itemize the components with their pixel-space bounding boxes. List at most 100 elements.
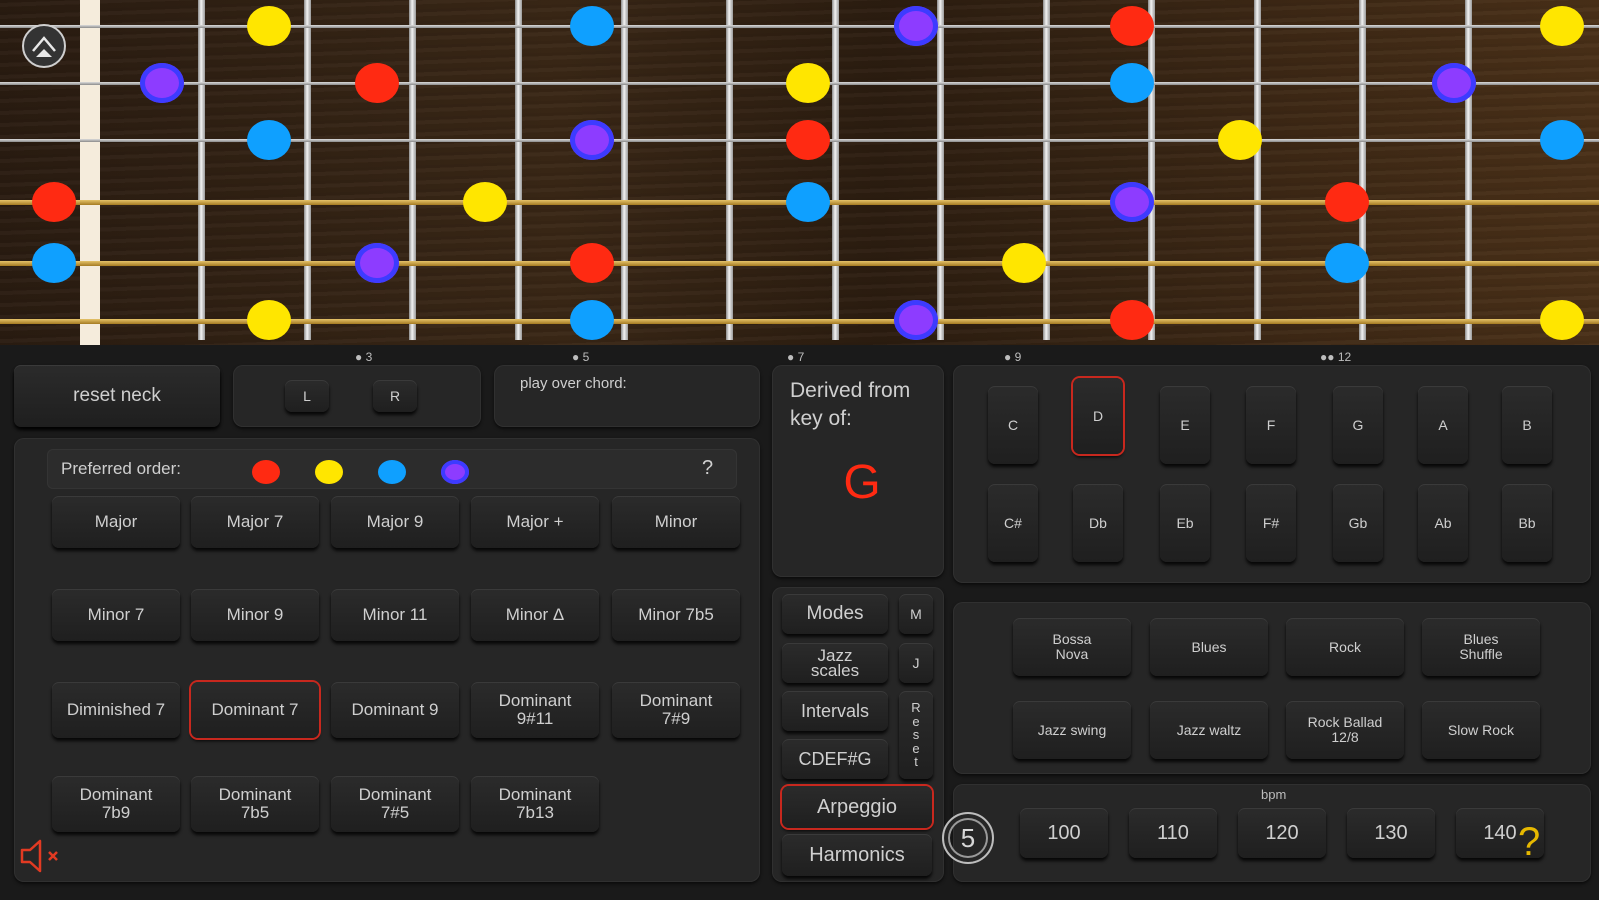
help-button[interactable]: ? [1518, 820, 1540, 865]
note-dot[interactable] [247, 120, 291, 160]
note-dot[interactable] [247, 6, 291, 46]
modes-m-button[interactable]: M [899, 594, 933, 634]
chord-minor11-button[interactable]: Minor 11 [331, 589, 459, 641]
key-bflat-button[interactable]: Bb [1502, 484, 1552, 562]
rhythm-rock-ballad-button[interactable]: Rock Ballad 12/8 [1286, 701, 1404, 759]
chord-dominant7b9-button[interactable]: Dominant 7b9 [52, 776, 180, 832]
rhythm-jazz-waltz-button[interactable]: Jazz waltz [1150, 701, 1268, 759]
key-a-button[interactable]: A [1418, 386, 1468, 464]
key-dflat-button[interactable]: Db [1073, 484, 1123, 562]
chord-minor9-button[interactable]: Minor 9 [191, 589, 319, 641]
neck-view-toggle-button[interactable] [22, 24, 66, 68]
preferred-red-dot[interactable] [252, 460, 280, 484]
note-dot[interactable] [1110, 182, 1154, 222]
note-dot[interactable] [570, 120, 614, 160]
chord-minor7b5-button[interactable]: Minor 7b5 [612, 589, 740, 641]
note-dot[interactable] [1432, 63, 1476, 103]
chord-diminished7-button[interactable]: Diminished 7 [52, 682, 180, 738]
rhythm-blues-button[interactable]: Blues [1150, 618, 1268, 676]
chord-dominant7b5-button[interactable]: Dominant 7b5 [191, 776, 319, 832]
key-csharp-button[interactable]: C# [988, 484, 1038, 562]
chord-dominant7-button[interactable]: Dominant 7 [191, 682, 319, 738]
key-aflat-button[interactable]: Ab [1418, 484, 1468, 562]
intervals-button[interactable]: Intervals [782, 691, 888, 731]
chord-minor-maj7-button[interactable]: Minor Δ [471, 589, 599, 641]
chord-major-aug-button[interactable]: Major + [471, 496, 599, 548]
note-dot[interactable] [1110, 6, 1154, 46]
preferred-blue-dot[interactable] [378, 460, 406, 484]
key-f-button[interactable]: F [1246, 386, 1296, 464]
note-dot[interactable] [32, 182, 76, 222]
preferred-yellow-dot[interactable] [315, 460, 343, 484]
preferred-order-help[interactable]: ? [702, 457, 713, 480]
note-dot[interactable] [1325, 243, 1369, 283]
chord-dominant9s11-button[interactable]: Dominant 9#11 [471, 682, 599, 738]
bpm-100-button[interactable]: 100 [1020, 808, 1108, 858]
note-dot[interactable] [1540, 300, 1584, 340]
key-gflat-button[interactable]: Gb [1333, 484, 1383, 562]
note-dot[interactable] [32, 243, 76, 283]
note-dot[interactable] [1110, 300, 1154, 340]
rhythm-rock-button[interactable]: Rock [1286, 618, 1404, 676]
chord-major9-button[interactable]: Major 9 [331, 496, 459, 548]
key-eflat-button[interactable]: Eb [1160, 484, 1210, 562]
rhythm-jazz-swing-button[interactable]: Jazz swing [1013, 701, 1131, 759]
chord-minor7-button[interactable]: Minor 7 [52, 589, 180, 641]
note-dot[interactable] [1325, 182, 1369, 222]
cdefg-button[interactable]: CDEF#G [782, 739, 888, 779]
chord-dominant9-button[interactable]: Dominant 9 [331, 682, 459, 738]
note-dot[interactable] [570, 6, 614, 46]
key-d-button[interactable]: D [1073, 378, 1123, 454]
metronome-count-button[interactable]: 5 [942, 812, 994, 864]
rhythm-slow-rock-button[interactable]: Slow Rock [1422, 701, 1540, 759]
chord-dominant7s5-button[interactable]: Dominant 7#5 [331, 776, 459, 832]
rhythm-bossa-nova-button[interactable]: Bossa Nova [1013, 618, 1131, 676]
note-dot[interactable] [355, 243, 399, 283]
key-e-button[interactable]: E [1160, 386, 1210, 464]
note-dot[interactable] [247, 300, 291, 340]
chord-dominant7s9-button[interactable]: Dominant 7#9 [612, 682, 740, 738]
harmonics-button[interactable]: Harmonics [782, 834, 932, 876]
fret-10 [1148, 0, 1155, 340]
preferred-purple-dot[interactable] [441, 460, 469, 484]
note-dot[interactable] [570, 300, 614, 340]
note-dot[interactable] [463, 182, 507, 222]
note-dot[interactable] [1540, 6, 1584, 46]
modes-button[interactable]: Modes [782, 594, 888, 634]
key-g-button[interactable]: G [1333, 386, 1383, 464]
note-dot[interactable] [894, 300, 938, 340]
note-dot[interactable] [1540, 120, 1584, 160]
arpeggio-button[interactable]: Arpeggio [782, 786, 932, 828]
mute-speaker-icon[interactable] [18, 836, 68, 876]
key-b-button[interactable]: B [1502, 386, 1552, 464]
left-hand-button[interactable]: L [285, 380, 329, 412]
note-dot[interactable] [786, 63, 830, 103]
chord-minor-button[interactable]: Minor [612, 496, 740, 548]
key-fsharp-button[interactable]: F# [1246, 484, 1296, 562]
bpm-120-button[interactable]: 120 [1238, 808, 1326, 858]
chord-major-button[interactable]: Major [52, 496, 180, 548]
reset-neck-button[interactable]: reset neck [14, 365, 220, 427]
note-dot[interactable] [786, 120, 830, 160]
fretboard[interactable] [0, 0, 1599, 345]
jazz-scales-button[interactable]: Jazz scales [782, 643, 888, 683]
note-dot[interactable] [570, 243, 614, 283]
rhythm-blues-shuffle-button[interactable]: Blues Shuffle [1422, 618, 1540, 676]
chord-dominant7b13-button[interactable]: Dominant 7b13 [471, 776, 599, 832]
chord-major7-button[interactable]: Major 7 [191, 496, 319, 548]
reset-vertical-button[interactable]: Reset [899, 691, 933, 779]
note-dot[interactable] [894, 6, 938, 46]
note-dot[interactable] [140, 63, 184, 103]
right-hand-button[interactable]: R [373, 380, 417, 412]
note-dot[interactable] [355, 63, 399, 103]
bpm-110-button[interactable]: 110 [1129, 808, 1217, 858]
play-over-chord-label: play over chord: [520, 375, 627, 392]
note-dot[interactable] [786, 182, 830, 222]
key-c-button[interactable]: C [988, 386, 1038, 464]
fret-marker-9: ● 9 [1004, 350, 1022, 364]
note-dot[interactable] [1110, 63, 1154, 103]
note-dot[interactable] [1002, 243, 1046, 283]
bpm-130-button[interactable]: 130 [1347, 808, 1435, 858]
jazz-j-button[interactable]: J [899, 643, 933, 683]
note-dot[interactable] [1218, 120, 1262, 160]
